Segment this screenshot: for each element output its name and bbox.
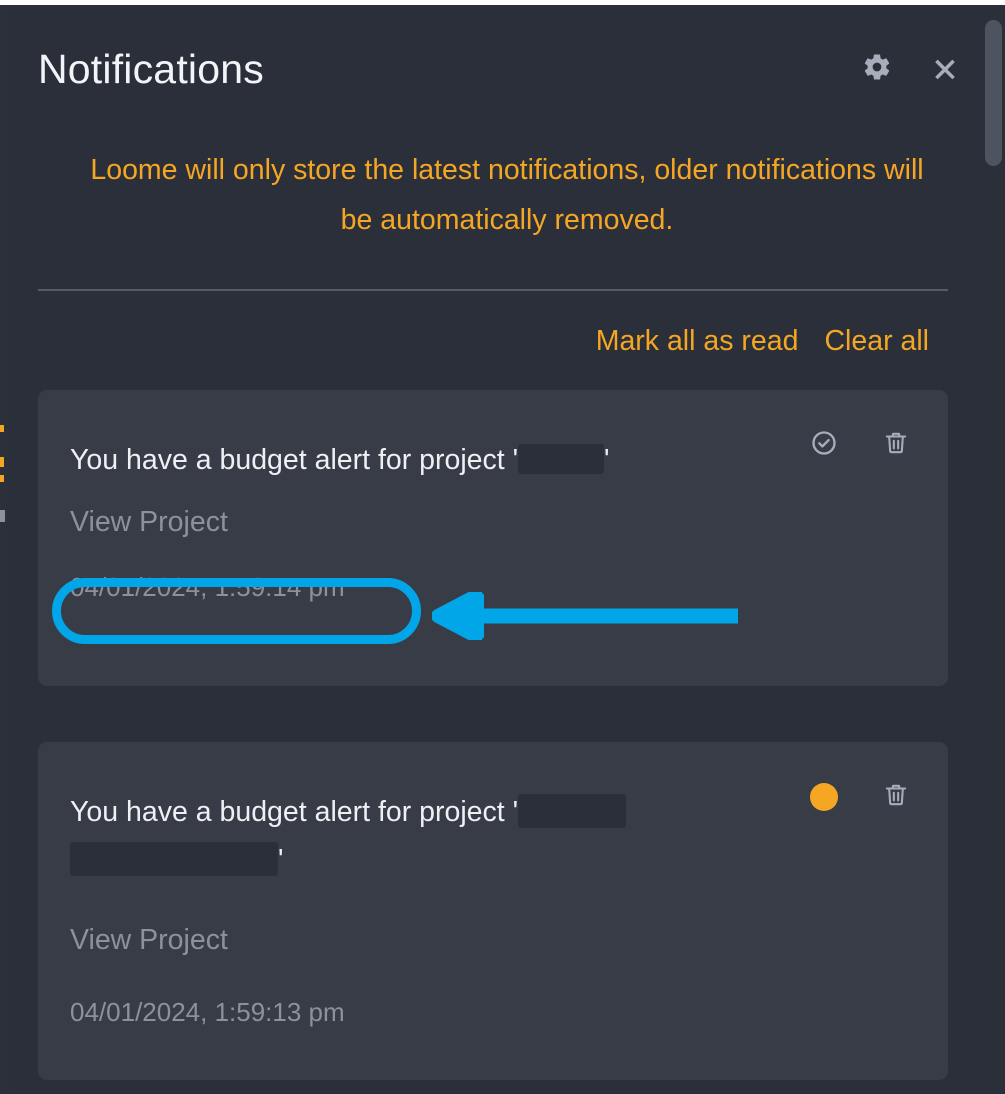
scrollbar-thumb[interactable] (985, 20, 1002, 166)
notification-timestamp: 04/01/2024, 1:59:14 pm (70, 571, 345, 602)
notifications-panel: Notifications Loome will only store the … (9, 5, 1005, 1094)
background-page-strip (0, 5, 9, 1094)
close-icon (931, 53, 959, 81)
background-mark (0, 475, 4, 482)
notification-message: You have a budget alert for project ' ' (70, 436, 730, 484)
notification-message-suffix: ' (278, 844, 284, 876)
notification-timestamp: 04/01/2024, 1:59:13 pm (70, 996, 345, 1027)
background-mark (0, 425, 4, 432)
screenshot-root: Notifications Loome will only store the … (0, 0, 1005, 1094)
header-actions (862, 52, 960, 82)
notification-list: You have a budget alert for project ' ' V… (38, 390, 948, 1094)
trash-icon (883, 429, 909, 462)
trash-icon (883, 781, 909, 814)
redacted-project-name (70, 842, 278, 877)
mark-as-read-button[interactable] (810, 430, 838, 460)
background-mark (0, 457, 4, 467)
redacted-project-name (518, 444, 605, 475)
unread-indicator (810, 782, 838, 812)
page-title: Notifications (38, 46, 264, 92)
view-project-link[interactable]: View Project (70, 508, 228, 537)
bulk-actions: Mark all as read Clear all (596, 327, 929, 356)
delete-notification-button[interactable] (882, 430, 910, 460)
notification-message-suffix: ' (604, 444, 610, 476)
gear-icon (862, 52, 892, 82)
redacted-project-name (518, 794, 627, 829)
notification-message-prefix: You have a budget alert for project ' (70, 444, 519, 476)
background-mark (0, 510, 5, 522)
mark-all-as-read-button[interactable]: Mark all as read (596, 327, 799, 356)
notification-item[interactable]: You have a budget alert for project ' ' V… (38, 390, 948, 686)
clear-all-button[interactable]: Clear all (824, 327, 929, 356)
retention-notice: Loome will only store the latest notific… (90, 154, 924, 236)
vertical-scrollbar[interactable] (985, 10, 1005, 1094)
view-project-link[interactable]: View Project (70, 926, 228, 955)
header-divider (38, 289, 948, 291)
delete-notification-button[interactable] (882, 782, 910, 812)
close-button[interactable] (930, 52, 960, 82)
check-circle-icon (810, 429, 838, 462)
notification-message-prefix: You have a budget alert for project ' (70, 796, 519, 828)
notification-item[interactable]: You have a budget alert for project ' ' V… (38, 742, 948, 1080)
settings-button[interactable] (862, 52, 892, 82)
notification-message: You have a budget alert for project ' ' (70, 788, 730, 884)
notification-item-actions (810, 430, 910, 460)
notification-item-actions (810, 782, 910, 812)
unread-dot-icon (810, 783, 838, 811)
